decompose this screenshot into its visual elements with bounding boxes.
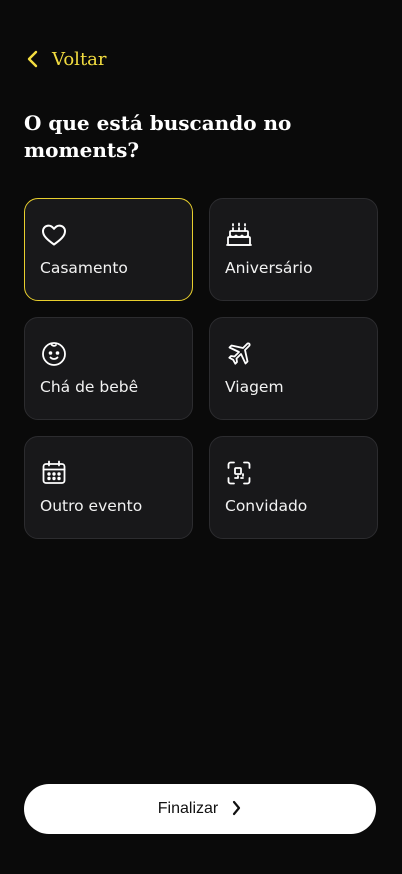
option-label: Casamento — [40, 259, 128, 277]
back-button[interactable]: Voltar — [26, 44, 107, 74]
option-convidado[interactable]: Convidado — [209, 436, 378, 539]
page-title: O que está buscando no moments? — [24, 111, 292, 162]
chevron-right-icon — [230, 799, 242, 820]
birthday-cake-icon — [225, 221, 253, 249]
event-options-grid: Casamento Aniversário Chá de bebê Viagem… — [24, 198, 378, 539]
chevron-left-icon — [26, 49, 40, 69]
airplane-icon — [225, 340, 253, 368]
option-viagem[interactable]: Viagem — [209, 317, 378, 420]
baby-face-icon — [40, 340, 68, 368]
option-label: Outro evento — [40, 497, 143, 515]
option-label: Viagem — [225, 378, 284, 396]
qr-scan-icon — [225, 459, 253, 487]
calendar-icon — [40, 459, 68, 487]
finish-label: Finalizar — [157, 800, 219, 817]
option-casamento[interactable]: Casamento — [24, 198, 193, 301]
option-label: Aniversário — [225, 259, 313, 277]
option-cha-de-bebe[interactable]: Chá de bebê — [24, 317, 193, 420]
option-aniversario[interactable]: Aniversário — [209, 198, 378, 301]
back-label: Voltar — [52, 48, 107, 70]
heart-icon — [40, 221, 68, 249]
finish-button[interactable]: Finalizar — [24, 784, 376, 834]
option-label: Chá de bebê — [40, 378, 139, 396]
option-label: Convidado — [225, 497, 308, 515]
option-outro-evento[interactable]: Outro evento — [24, 436, 193, 539]
